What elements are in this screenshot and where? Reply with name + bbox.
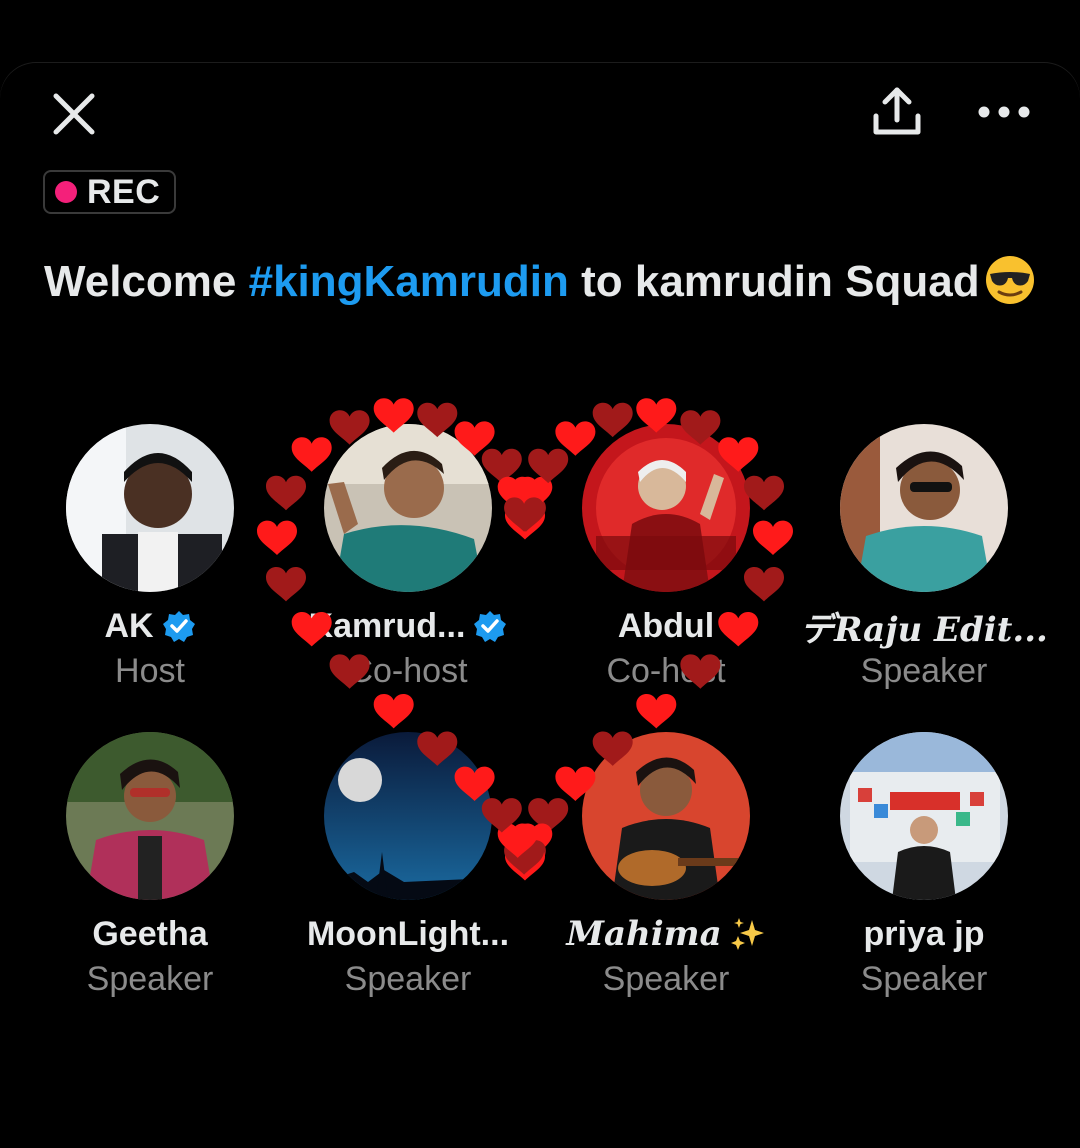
avatar-image-moonlight	[324, 732, 492, 900]
sparkles-emoji-icon	[730, 918, 764, 950]
avatar[interactable]	[324, 732, 492, 900]
share-button[interactable]	[868, 84, 926, 142]
verified-badge-icon	[162, 611, 195, 642]
avatar[interactable]	[582, 424, 750, 592]
participant-name: デRaju Edit...	[795, 606, 1053, 650]
space-title: Welcome #kingKamrudin to kamrudin Squad	[44, 250, 1044, 314]
recording-label: REC	[87, 172, 161, 211]
avatar[interactable]	[840, 732, 1008, 900]
participant-name-text: MoonLight...	[306, 914, 510, 953]
verified-badge-icon	[474, 611, 507, 642]
avatar[interactable]	[66, 424, 234, 592]
title-prefix: Welcome	[44, 257, 249, 306]
participant-name-text: Mahima	[566, 914, 722, 954]
participant-tile[interactable]: Kamrud... Co-host	[279, 424, 537, 694]
close-button[interactable]	[48, 88, 100, 140]
title-hashtag-link[interactable]: #kingKamrudin	[249, 257, 569, 306]
recording-badge: REC	[43, 170, 177, 214]
avatar-image-ak	[66, 424, 234, 592]
participant-name-text: デRaju Edit...	[800, 609, 1048, 650]
participant-tile[interactable]: デRaju Edit... Speaker	[795, 424, 1053, 694]
participant-name: AK	[21, 606, 279, 646]
avatar-image-mahima	[582, 732, 750, 900]
avatar-image-priya	[840, 732, 1008, 900]
avatar[interactable]	[840, 424, 1008, 592]
more-options-button[interactable]	[974, 92, 1034, 132]
avatar[interactable]	[324, 424, 492, 592]
participant-role: Speaker	[860, 960, 988, 998]
participant-role: Co-host	[606, 652, 726, 690]
participant-role: Speaker	[602, 960, 730, 998]
participant-name: Abdul	[537, 606, 795, 646]
participant-tile[interactable]: Mahima Speaker	[537, 732, 795, 1002]
avatar-image-abdul	[582, 424, 750, 592]
more-icon	[978, 106, 1030, 118]
participant-name-text: Abdul	[617, 606, 715, 645]
avatar[interactable]	[66, 732, 234, 900]
sunglasses-emoji-icon	[985, 256, 1034, 304]
participant-name-text: priya jp	[863, 914, 985, 953]
participant-role: Speaker	[86, 960, 214, 998]
participant-name: Mahima	[537, 914, 795, 954]
participant-name: priya jp	[795, 914, 1053, 954]
participant-tile[interactable]: Abdul Co-host	[537, 424, 795, 694]
participant-role: Host	[115, 652, 185, 690]
participant-name: MoonLight...	[279, 914, 537, 954]
avatar-image-raju	[840, 424, 1008, 592]
share-icon	[873, 87, 921, 135]
participant-role: Speaker	[860, 652, 988, 690]
avatar-image-kamrudin	[324, 424, 492, 592]
record-dot-icon	[55, 181, 77, 203]
participant-tile[interactable]: priya jp Speaker	[795, 732, 1053, 1002]
participant-name-text: Geetha	[92, 914, 208, 953]
participant-name: Geetha	[21, 914, 279, 954]
participant-tile[interactable]: AK Host	[21, 424, 279, 694]
participant-name-text: AK	[104, 606, 154, 645]
participant-role: Speaker	[344, 960, 472, 998]
participant-tile[interactable]: MoonLight... Speaker	[279, 732, 537, 1002]
close-icon	[53, 93, 95, 135]
participant-name-text: Kamrud...	[308, 606, 466, 645]
participant-role: Co-host	[348, 652, 468, 690]
avatar-image-geetha	[66, 732, 234, 900]
title-suffix: to kamrudin Squad	[568, 257, 980, 306]
participant-tile[interactable]: Geetha Speaker	[21, 732, 279, 1002]
participant-name: Kamrud...	[279, 606, 537, 646]
avatar[interactable]	[582, 732, 750, 900]
